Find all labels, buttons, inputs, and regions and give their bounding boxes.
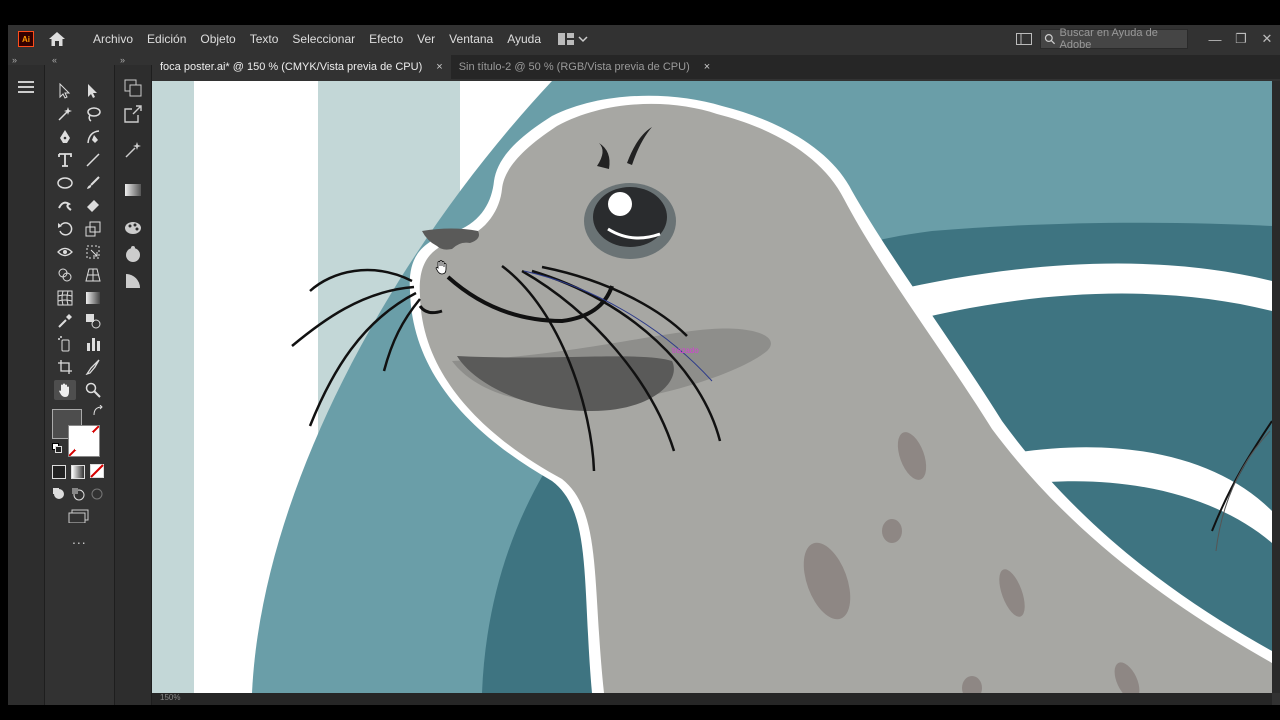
- vertical-scrollbar[interactable]: [1272, 81, 1280, 693]
- curvature-tool-icon[interactable]: [82, 127, 104, 147]
- workspace-switcher[interactable]: [558, 33, 588, 45]
- magic-wand-tool-icon[interactable]: [54, 104, 76, 124]
- hamburger-icon[interactable]: [18, 81, 34, 96]
- status-bar: 150%: [152, 693, 1272, 705]
- pen-tool-icon[interactable]: [54, 127, 76, 147]
- shape-builder-tool-icon[interactable]: [54, 265, 76, 285]
- arrange-documents-icon[interactable]: [1016, 33, 1032, 45]
- shaper-tool-icon[interactable]: [54, 196, 76, 216]
- screen-mode-icon[interactable]: [68, 509, 90, 523]
- line-segment-tool-icon[interactable]: [82, 150, 104, 170]
- home-icon[interactable]: [48, 31, 66, 47]
- left-panel-dock: [8, 65, 45, 705]
- collapse-toolbar[interactable]: «: [52, 55, 57, 65]
- transparency-panel-icon[interactable]: [125, 273, 141, 289]
- scale-tool-icon[interactable]: [82, 219, 104, 239]
- color-guide-icon[interactable]: [124, 220, 142, 236]
- tools-panel: ...: [46, 77, 112, 705]
- document-tabs: foca poster.ai* @ 150 % (CMYK/Vista prev…: [152, 55, 1280, 79]
- menu-seleccionar[interactable]: Seleccionar: [285, 32, 362, 46]
- eyedropper-tool-icon[interactable]: [54, 311, 76, 331]
- gradient-mode-button[interactable]: [71, 465, 85, 479]
- minimize-button[interactable]: —: [1202, 32, 1228, 47]
- collapse-side-panel[interactable]: »: [120, 55, 125, 65]
- app-logo: Ai: [18, 31, 34, 47]
- symbol-sprayer-tool-icon[interactable]: [54, 334, 76, 354]
- draw-behind-icon[interactable]: [71, 487, 85, 501]
- collapse-left-panel[interactable]: »: [12, 55, 17, 65]
- workspace-switcher-icon[interactable]: [558, 33, 575, 45]
- appearance-panel-icon[interactable]: [124, 245, 142, 263]
- export-icon[interactable]: [124, 105, 142, 123]
- menu-texto[interactable]: Texto: [243, 32, 286, 46]
- artboard-tool-icon[interactable]: [54, 357, 76, 377]
- chevron-down-icon[interactable]: [578, 35, 588, 43]
- perspective-grid-tool-icon[interactable]: [82, 265, 104, 285]
- tab-label: Sin título-2 @ 50 % (RGB/Vista previa de…: [458, 61, 690, 73]
- edit-toolbar-button[interactable]: ...: [72, 531, 87, 547]
- selection-tool-icon[interactable]: [54, 81, 76, 101]
- menu-objeto[interactable]: Objeto: [193, 32, 242, 46]
- eraser-tool-icon[interactable]: [82, 196, 104, 216]
- slice-tool-icon[interactable]: [82, 357, 104, 377]
- gradient-tool-icon[interactable]: [82, 288, 104, 308]
- none-mode-button[interactable]: [90, 464, 104, 478]
- close-window-button[interactable]: ✕: [1254, 31, 1280, 47]
- menu-bar: Ai Archivo Edición Objeto Texto Seleccio…: [8, 25, 1280, 53]
- default-colors-icon[interactable]: [52, 443, 62, 453]
- blend-tool-icon[interactable]: [82, 311, 104, 331]
- free-transform-tool-icon[interactable]: [82, 242, 104, 262]
- menu-ventana[interactable]: Ventana: [442, 32, 500, 46]
- seal-illustration: trazado: [152, 81, 1272, 693]
- direct-selection-tool-icon[interactable]: [82, 81, 104, 101]
- tab-foca-poster[interactable]: foca poster.ai* @ 150 % (CMYK/Vista prev…: [152, 55, 451, 79]
- lasso-tool-icon[interactable]: [82, 104, 104, 124]
- menu-ayuda[interactable]: Ayuda: [500, 32, 548, 46]
- menu-ver[interactable]: Ver: [410, 32, 442, 46]
- zoom-tool-icon[interactable]: [82, 380, 104, 400]
- tab-label: foca poster.ai* @ 150 % (CMYK/Vista prev…: [160, 61, 423, 73]
- stroke-swatch[interactable]: [68, 425, 100, 457]
- restore-button[interactable]: ❐: [1228, 31, 1254, 47]
- zoom-level[interactable]: 150%: [160, 693, 180, 702]
- illustrator-window: Ai Archivo Edición Objeto Texto Seleccio…: [8, 25, 1280, 705]
- mesh-tool-icon[interactable]: [54, 288, 76, 308]
- main-menu: Archivo Edición Objeto Texto Seleccionar…: [86, 32, 548, 46]
- color-mode-button[interactable]: [52, 465, 66, 479]
- collapsed-panels-dock: [114, 65, 152, 705]
- close-tab-icon[interactable]: ×: [436, 61, 442, 73]
- menu-edicion[interactable]: Edición: [140, 32, 193, 46]
- tab-sin-titulo-2[interactable]: Sin título-2 @ 50 % (RGB/Vista previa de…: [451, 55, 719, 79]
- menu-archivo[interactable]: Archivo: [86, 32, 140, 46]
- ellipse-tool-icon[interactable]: [54, 173, 76, 193]
- close-tab-icon[interactable]: ×: [704, 61, 710, 73]
- rotate-tool-icon[interactable]: [54, 219, 76, 239]
- draw-inside-icon[interactable]: [90, 487, 104, 501]
- smart-guide-label: trazado: [672, 346, 699, 355]
- width-tool-icon[interactable]: [54, 242, 76, 262]
- gradient-panel-icon[interactable]: [124, 183, 142, 197]
- column-graph-tool-icon[interactable]: [82, 334, 104, 354]
- menu-efecto[interactable]: Efecto: [362, 32, 410, 46]
- artboard-canvas[interactable]: trazado: [152, 81, 1272, 693]
- swap-colors-icon[interactable]: [92, 405, 104, 417]
- paintbrush-tool-icon[interactable]: [82, 173, 104, 193]
- properties-panel-icon[interactable]: [124, 141, 142, 159]
- draw-normal-icon[interactable]: [52, 487, 66, 501]
- help-search[interactable]: Buscar en Ayuda de Adobe: [1040, 27, 1188, 51]
- layers-panel-icon[interactable]: [124, 79, 142, 97]
- search-icon: [1044, 34, 1056, 45]
- hand-tool-icon[interactable]: [54, 380, 76, 400]
- type-tool-icon[interactable]: [54, 150, 76, 170]
- window-controls: Buscar en Ayuda de Adobe — ❐ ✕: [1016, 25, 1280, 53]
- help-search-placeholder: Buscar en Ayuda de Adobe: [1059, 27, 1158, 51]
